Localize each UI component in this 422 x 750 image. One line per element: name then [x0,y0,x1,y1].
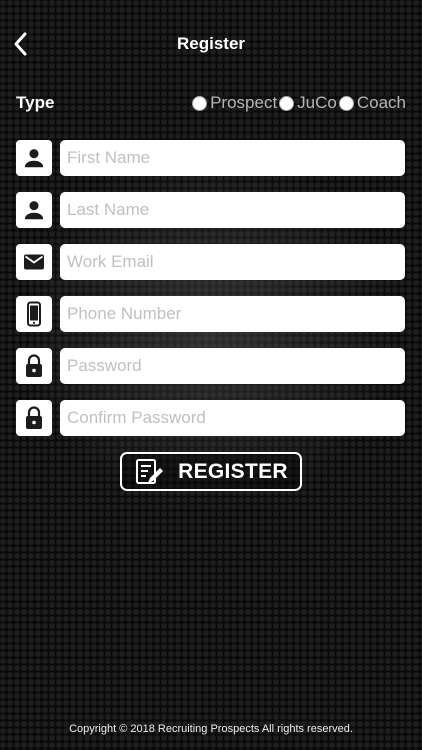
radio-label-prospect: Prospect [210,93,278,112]
confirm-password-row [16,400,405,436]
signup-form-icon [136,458,164,484]
radio-juco[interactable]: JuCo [279,92,337,114]
copyright-text: Copyright © 2018 Recruiting Prospects Al… [69,723,353,735]
person-icon [16,140,52,176]
person-icon [16,192,52,228]
phone-number-row [16,296,405,332]
radio-label-juco: JuCo [297,93,337,112]
radio-circle[interactable] [192,95,208,111]
first-name-input[interactable] [60,140,405,176]
work-email-input[interactable] [60,244,405,280]
radio-coach[interactable]: Coach [338,92,406,114]
type-radio-group: Prospect JuCo Coach [190,92,406,114]
phone-icon [16,296,52,332]
first-name-row [16,140,405,176]
type-label: Type [16,93,55,112]
last-name-input[interactable] [60,192,405,228]
envelope-icon [16,244,52,280]
password-input[interactable] [60,348,405,384]
radio-circle[interactable] [279,95,295,111]
phone-number-input[interactable] [60,296,405,332]
confirm-password-input[interactable] [60,400,405,436]
register-button-label: REGISTER [178,459,288,483]
password-row [16,348,405,384]
type-selector: Type Prospect JuCo Coach [16,92,406,114]
radio-circle[interactable] [338,95,354,111]
work-email-row [16,244,405,280]
radio-label-coach: Coach [356,93,406,112]
register-button[interactable]: REGISTER [120,452,302,491]
lock-icon [16,348,52,384]
radio-prospect[interactable]: Prospect [192,92,277,114]
nav-bar: Register [0,22,422,66]
last-name-row [16,192,405,228]
page-title: Register [176,34,246,53]
lock-icon [16,400,52,436]
